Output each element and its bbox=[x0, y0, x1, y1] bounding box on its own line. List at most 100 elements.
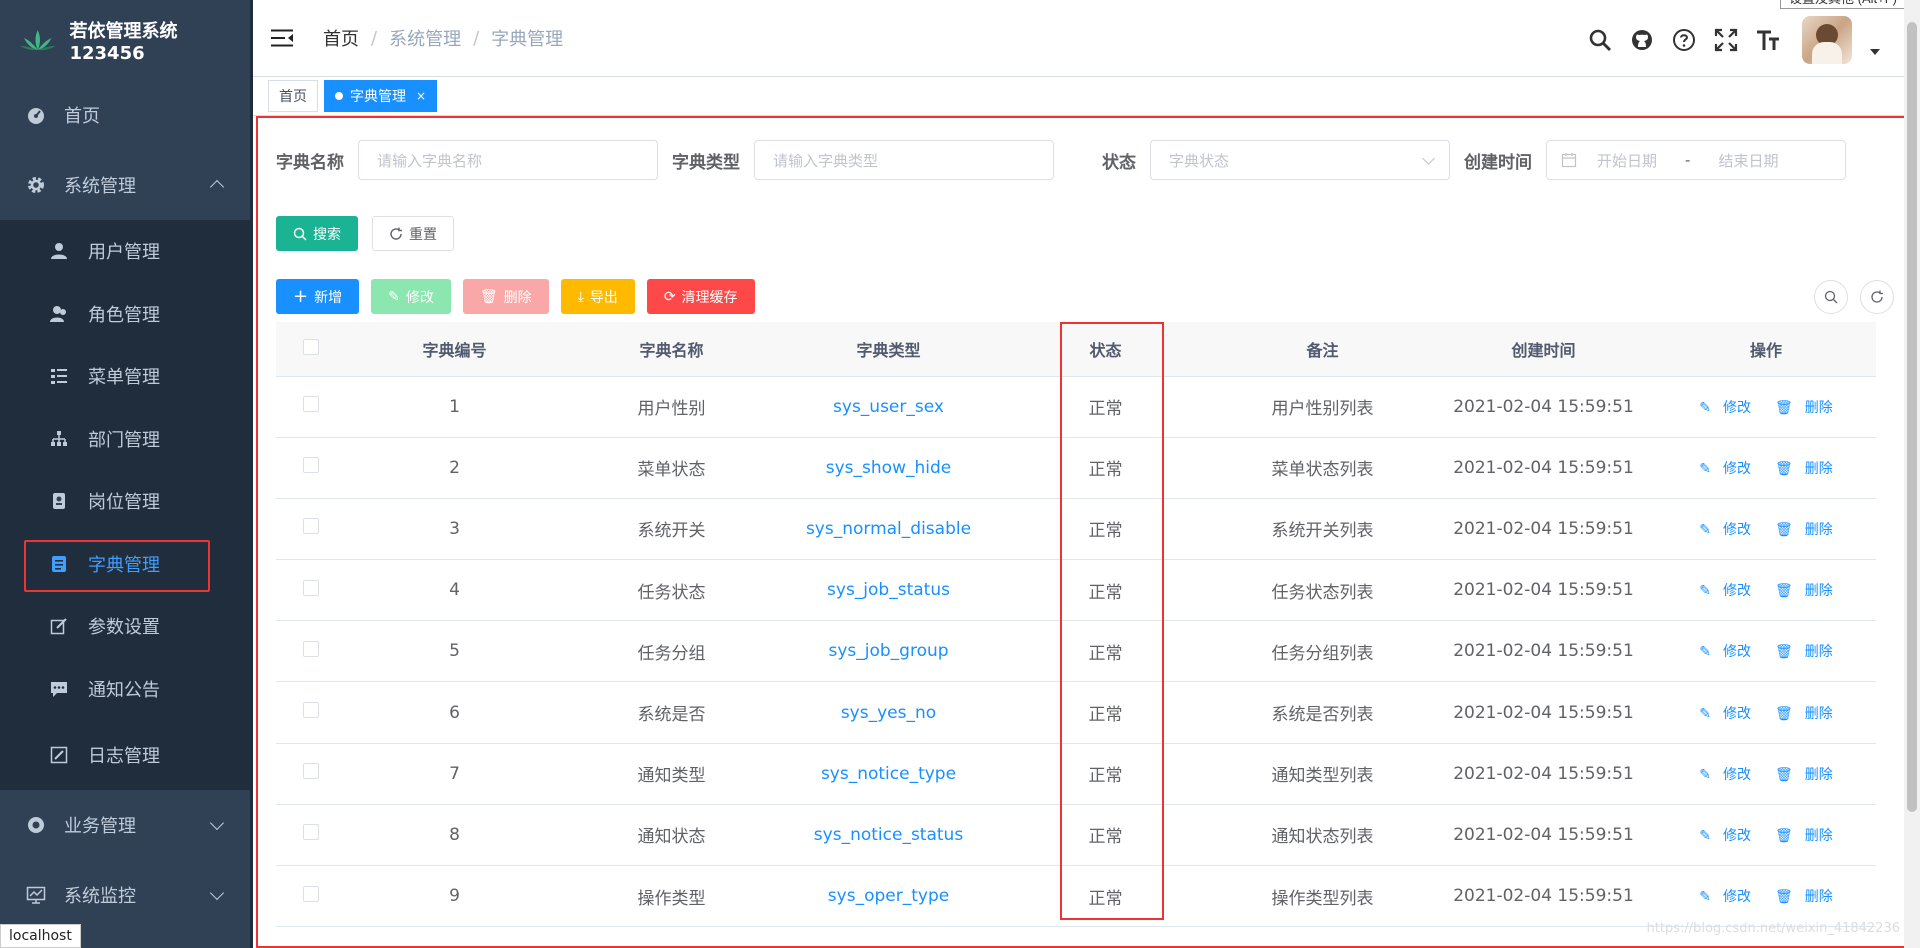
row-checkbox[interactable] bbox=[303, 763, 319, 780]
scrollbar[interactable] bbox=[1904, 0, 1920, 948]
status-select[interactable]: 字典状态 bbox=[1150, 140, 1450, 180]
row-edit-button[interactable]: ✎ 修改 bbox=[1693, 583, 1757, 599]
row-edit-label: 修改 bbox=[1722, 889, 1751, 906]
edit-icon: ✎ bbox=[1699, 583, 1711, 600]
tag-dict[interactable]: 字典管理 × bbox=[324, 80, 438, 112]
sidebar-item-role[interactable]: 角色管理 bbox=[0, 283, 250, 346]
hamburger-icon[interactable] bbox=[271, 29, 293, 47]
select-cell[interactable] bbox=[276, 620, 346, 683]
dict-name-input[interactable]: 请输入字典名称 bbox=[358, 140, 658, 180]
refresh-table-button[interactable] bbox=[1860, 279, 1894, 314]
edit-button[interactable]: ✎ 修改 bbox=[371, 279, 451, 314]
select-all-checkbox[interactable] bbox=[303, 338, 319, 355]
dict-type-link[interactable]: sys_job_group bbox=[780, 620, 997, 683]
search-icon[interactable] bbox=[1588, 28, 1612, 52]
row-edit-button[interactable]: ✎ 修改 bbox=[1693, 461, 1757, 477]
reset-button[interactable]: 重置 bbox=[372, 216, 454, 251]
row-checkbox[interactable] bbox=[303, 457, 319, 474]
fullscreen-icon[interactable] bbox=[1714, 28, 1738, 52]
select-cell[interactable] bbox=[276, 376, 346, 438]
add-button[interactable]: + 新增 bbox=[276, 279, 360, 314]
dict-type-link[interactable]: sys_yes_no bbox=[780, 681, 997, 744]
caret-down-icon[interactable] bbox=[1870, 49, 1880, 55]
sidebar-item-notice[interactable]: 通知公告 bbox=[0, 658, 250, 721]
row-edit-label: 修改 bbox=[1722, 583, 1751, 600]
select-cell[interactable] bbox=[276, 865, 346, 928]
logo[interactable]: 若依管理系统123456 bbox=[0, 0, 250, 80]
sidebar-item-config[interactable]: 参数设置 bbox=[0, 595, 250, 658]
select-cell[interactable] bbox=[276, 437, 346, 499]
row-delete-button[interactable]: 🗑 删除 bbox=[1769, 706, 1839, 722]
select-cell[interactable] bbox=[276, 681, 346, 744]
sidebar-item-dept[interactable]: 部门管理 bbox=[0, 408, 250, 471]
row-delete-button[interactable]: 🗑 删除 bbox=[1769, 889, 1839, 905]
row-delete-button[interactable]: 🗑 删除 bbox=[1769, 522, 1839, 538]
row-edit-button[interactable]: ✎ 修改 bbox=[1693, 644, 1757, 660]
search-icon bbox=[293, 227, 307, 241]
remark-cell: 系统开关列表 bbox=[1214, 498, 1431, 561]
tag-home[interactable]: 首页 bbox=[268, 80, 318, 112]
date-range-picker[interactable]: 开始日期 - 结束日期 bbox=[1546, 140, 1846, 180]
select-cell[interactable] bbox=[276, 743, 346, 805]
row-delete-button[interactable]: 🗑 删除 bbox=[1769, 583, 1839, 599]
sidebar-item-business[interactable]: 业务管理 bbox=[0, 790, 250, 860]
toggle-search-button[interactable] bbox=[1814, 279, 1848, 314]
row-edit-button[interactable]: ✎ 修改 bbox=[1693, 400, 1757, 416]
sidebar-item-system[interactable]: 系统管理 bbox=[0, 150, 250, 220]
clear-cache-button[interactable]: ⟳ 清理缓存 bbox=[646, 279, 755, 314]
export-button[interactable]: ⤓ 导出 bbox=[560, 279, 635, 314]
search-button[interactable]: 搜索 bbox=[276, 216, 358, 251]
scrollbar-thumb[interactable] bbox=[1907, 22, 1917, 812]
row-edit-button[interactable]: ✎ 修改 bbox=[1693, 706, 1757, 722]
row-edit-button[interactable]: ✎ 修改 bbox=[1693, 522, 1757, 538]
breadcrumb-home[interactable]: 首页 bbox=[323, 25, 359, 51]
close-icon[interactable]: × bbox=[416, 89, 426, 103]
row-delete-button[interactable]: 🗑 删除 bbox=[1769, 828, 1839, 844]
delete-button[interactable]: 🗑 删除 bbox=[462, 279, 549, 314]
question-icon[interactable] bbox=[1672, 28, 1696, 52]
row-checkbox[interactable] bbox=[303, 824, 319, 841]
github-icon[interactable] bbox=[1630, 28, 1654, 52]
sidebar-item-log[interactable]: 日志管理 bbox=[0, 720, 250, 790]
select-cell[interactable] bbox=[276, 498, 346, 561]
business-icon bbox=[26, 815, 46, 835]
dict-type-link[interactable]: sys_normal_disable bbox=[780, 498, 997, 561]
sidebar-item-post[interactable]: 岗位管理 bbox=[0, 470, 250, 533]
dict-type-input[interactable]: 请输入字典类型 bbox=[754, 140, 1054, 180]
row-checkbox[interactable] bbox=[303, 396, 319, 413]
row-checkbox[interactable] bbox=[303, 640, 319, 657]
row-edit-button[interactable]: ✎ 修改 bbox=[1693, 767, 1757, 783]
row-edit-button[interactable]: ✎ 修改 bbox=[1693, 889, 1757, 905]
dict-type-link[interactable]: sys_show_hide bbox=[780, 437, 997, 499]
start-date-placeholder[interactable]: 开始日期 bbox=[1597, 150, 1657, 171]
dict-name-cell: 用户性别 bbox=[563, 376, 780, 438]
row-checkbox[interactable] bbox=[303, 885, 319, 902]
breadcrumb-system: 系统管理 bbox=[389, 29, 462, 50]
row-delete-button[interactable]: 🗑 删除 bbox=[1769, 644, 1839, 660]
avatar[interactable] bbox=[1802, 16, 1852, 64]
row-edit-button[interactable]: ✎ 修改 bbox=[1693, 828, 1757, 844]
sidebar-item-dict[interactable]: 字典管理 bbox=[0, 533, 250, 596]
dict-type-link[interactable]: sys_notice_type bbox=[780, 743, 997, 805]
select-cell[interactable] bbox=[276, 559, 346, 622]
dict-type-link[interactable]: sys_notice_status bbox=[780, 804, 997, 867]
row-delete-button[interactable]: 🗑 删除 bbox=[1769, 461, 1839, 477]
dict-type-link[interactable]: sys_oper_type bbox=[780, 865, 997, 928]
row-delete-button[interactable]: 🗑 删除 bbox=[1769, 767, 1839, 783]
sidebar-item-user[interactable]: 用户管理 bbox=[0, 220, 250, 283]
row-checkbox[interactable] bbox=[303, 518, 319, 535]
sidebar-item-home[interactable]: 首页 bbox=[0, 80, 250, 150]
select-cell[interactable] bbox=[276, 804, 346, 867]
end-date-placeholder[interactable]: 结束日期 bbox=[1718, 150, 1778, 171]
sidebar-item-menu[interactable]: 菜单管理 bbox=[0, 345, 250, 408]
select-all-cell[interactable] bbox=[276, 322, 346, 377]
sidebar-item-monitor[interactable]: 系统监控 bbox=[0, 860, 250, 930]
create-time-cell: 2021-02-04 15:59:51 bbox=[1431, 437, 1656, 499]
dict-type-link[interactable]: sys_job_status bbox=[780, 559, 997, 622]
font-size-icon[interactable] bbox=[1756, 28, 1780, 52]
row-checkbox[interactable] bbox=[303, 702, 319, 719]
row-delete-button[interactable]: 🗑 删除 bbox=[1769, 400, 1839, 416]
row-checkbox[interactable] bbox=[303, 579, 319, 596]
clear-cache-button-label: 清理缓存 bbox=[681, 289, 738, 306]
dict-type-link[interactable]: sys_user_sex bbox=[780, 376, 997, 438]
